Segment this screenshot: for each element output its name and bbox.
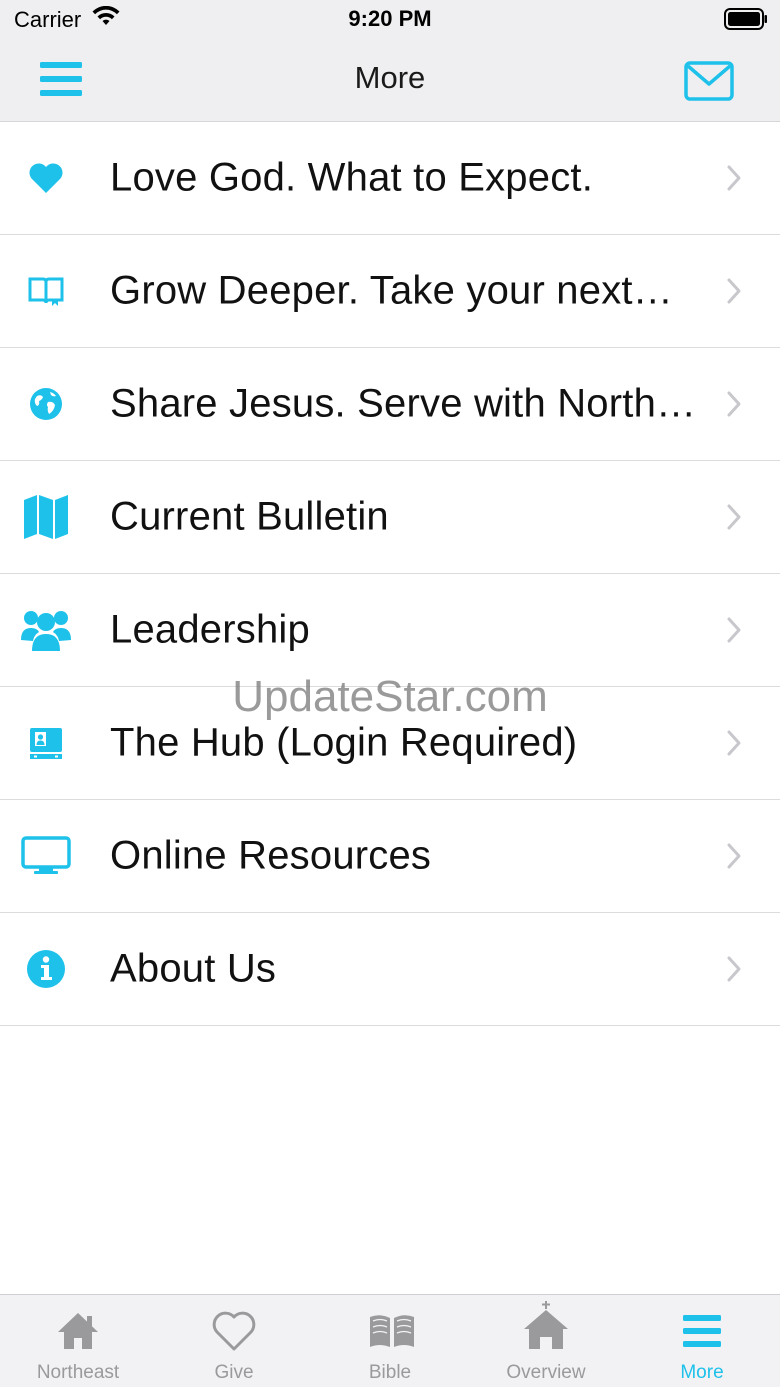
chevron-right-icon (726, 616, 742, 644)
menu-item-label: Love God. What to Expect. (110, 155, 594, 200)
tab-bar: Northeast Give Bible Overview More (0, 1294, 780, 1387)
menu-item-love-god[interactable]: Love God. What to Expect. (0, 122, 780, 235)
menu-item-the-hub[interactable]: The Hub (Login Required) (0, 687, 780, 800)
home-icon (54, 1307, 102, 1355)
chevron-right-icon (726, 729, 742, 757)
menu-list: Love God. What to Expect. Grow Deeper. T… (0, 122, 780, 1026)
tab-label: More (680, 1362, 724, 1383)
map-icon (20, 491, 72, 543)
tab-label: Bible (368, 1362, 412, 1383)
tab-bible[interactable]: Bible (312, 1295, 468, 1387)
tab-label: Overview (506, 1362, 586, 1383)
heart-icon (20, 152, 72, 204)
menu-item-share-jesus[interactable]: Share Jesus. Serve with North… (0, 348, 780, 461)
mail-button[interactable] (684, 61, 734, 101)
menu-icon (678, 1307, 726, 1355)
church-icon (522, 1301, 570, 1355)
tab-northeast[interactable]: Northeast (0, 1295, 156, 1387)
menu-item-label: Online Resources (110, 833, 432, 878)
id-card-icon (20, 717, 72, 769)
mail-icon (684, 61, 734, 101)
book-icon (20, 265, 72, 317)
info-icon (20, 943, 72, 995)
chevron-right-icon (726, 842, 742, 870)
bible-icon (366, 1307, 414, 1355)
menu-item-current-bulletin[interactable]: Current Bulletin (0, 461, 780, 574)
tab-overview[interactable]: Overview (468, 1295, 624, 1387)
monitor-icon (20, 830, 72, 882)
page-title: More (354, 60, 426, 95)
battery-icon (724, 8, 768, 30)
chevron-right-icon (726, 955, 742, 983)
tab-give[interactable]: Give (156, 1295, 312, 1387)
menu-item-online-resources[interactable]: Online Resources (0, 800, 780, 913)
menu-item-about-us[interactable]: About Us (0, 913, 780, 1026)
chevron-right-icon (726, 277, 742, 305)
menu-item-grow-deeper[interactable]: Grow Deeper. Take your next… (0, 235, 780, 348)
menu-item-leadership[interactable]: Leadership (0, 574, 780, 687)
menu-item-label: About Us (110, 946, 277, 991)
people-icon (20, 604, 72, 656)
tab-label: Give (214, 1362, 254, 1383)
chevron-right-icon (726, 503, 742, 531)
tab-more[interactable]: More (624, 1295, 780, 1387)
chevron-right-icon (726, 164, 742, 192)
tab-label: Northeast (36, 1362, 120, 1383)
menu-item-label: The Hub (Login Required) (110, 720, 578, 765)
status-time: 9:20 PM (348, 6, 432, 31)
chevron-right-icon (726, 390, 742, 418)
menu-item-label: Share Jesus. Serve with North… (110, 381, 697, 426)
menu-item-label: Grow Deeper. Take your next… (110, 268, 673, 313)
menu-item-label: Leadership (110, 607, 310, 652)
screen: Carrier 9:20 PM More Love God. What to E… (0, 0, 780, 1387)
globe-icon (20, 378, 72, 430)
status-bar: Carrier 9:20 PM (0, 0, 780, 40)
heart-outline-icon (210, 1307, 258, 1355)
navigation-bar: More (0, 40, 780, 122)
menu-item-label: Current Bulletin (110, 494, 389, 539)
